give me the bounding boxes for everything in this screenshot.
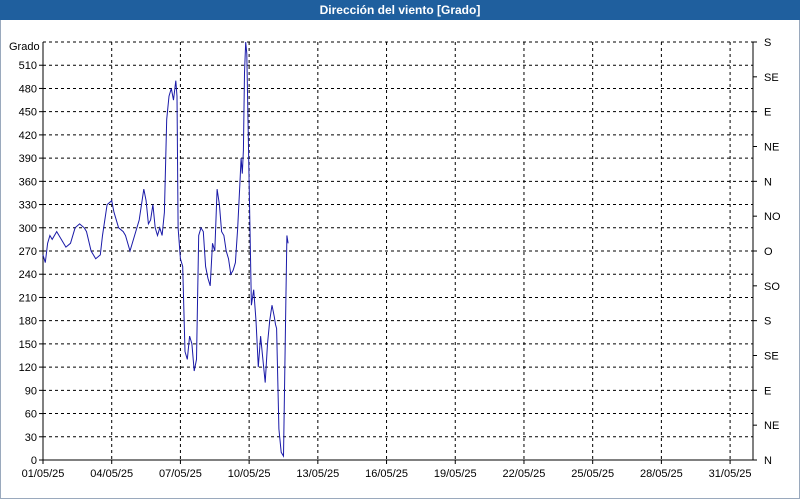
y-tick-label: 420	[19, 130, 37, 142]
y-tick-label: 180	[19, 316, 37, 328]
y-tick-label: 390	[19, 153, 37, 165]
y-tick-label: 330	[19, 200, 37, 212]
grid-layer	[43, 41, 754, 460]
right-tick-label: O	[764, 246, 773, 258]
x-tick-label: 04/05/25	[90, 468, 133, 480]
y-tick-label: 120	[19, 362, 37, 374]
series-line	[42, 41, 289, 458]
right-tick-label: E	[764, 107, 771, 119]
y-tick-label: 240	[19, 269, 37, 281]
x-tick-label: 01/05/25	[22, 468, 65, 480]
series-layer	[42, 41, 289, 458]
y-tick-label: 300	[19, 223, 37, 235]
y-tick-label: 90	[25, 385, 37, 397]
right-tick-label: N	[764, 176, 772, 188]
y-tick-label: 60	[25, 409, 37, 421]
right-tick-label: SE	[764, 72, 779, 84]
y-tick-label: 270	[19, 246, 37, 258]
y-tick-label: 510	[19, 60, 37, 72]
chart-title-bar: Dirección del viento [Grado]	[0, 0, 800, 20]
y-tick-label: 0	[31, 455, 37, 467]
right-tick-label: S	[764, 37, 771, 49]
right-tick-label: SE	[764, 351, 779, 363]
x-tick-label: 22/05/25	[503, 468, 546, 480]
x-tick-label: 31/05/25	[709, 468, 752, 480]
y-tick-label: 360	[19, 176, 37, 188]
right-tick-label: N	[764, 455, 772, 467]
x-tick-label: 28/05/25	[640, 468, 683, 480]
right-tick-label: NE	[764, 420, 779, 432]
y-tick-label: 30	[25, 432, 37, 444]
right-tick-label: NE	[764, 142, 779, 154]
x-tick-label: 07/05/25	[159, 468, 202, 480]
y-axis-label: Grado	[9, 41, 40, 53]
y-tick-label: 480	[19, 83, 37, 95]
chart-title: Dirección del viento [Grado]	[319, 3, 481, 17]
chart-frame: Grado 0 30 60 90 120 150 180 210 240 270 300 330 360…	[0, 20, 800, 499]
wind-direction-chart: Grado 0 30 60 90 120 150 180 210 240 270 300 330 360…	[9, 37, 781, 480]
x-tick-label: 10/05/25	[228, 468, 271, 480]
x-tick-label: 25/05/25	[571, 468, 614, 480]
right-tick-label: NO	[764, 211, 781, 223]
y-tick-label: 210	[19, 292, 37, 304]
x-tick-label: 16/05/25	[365, 468, 408, 480]
right-tick-label: SO	[764, 281, 780, 293]
right-tick-label: E	[764, 385, 771, 397]
right-tick-label: S	[764, 316, 771, 328]
y-tick-label: 150	[19, 339, 37, 351]
x-tick-label: 19/05/25	[434, 468, 477, 480]
x-tick-label: 13/05/25	[296, 468, 339, 480]
y-tick-label: 450	[19, 107, 37, 119]
